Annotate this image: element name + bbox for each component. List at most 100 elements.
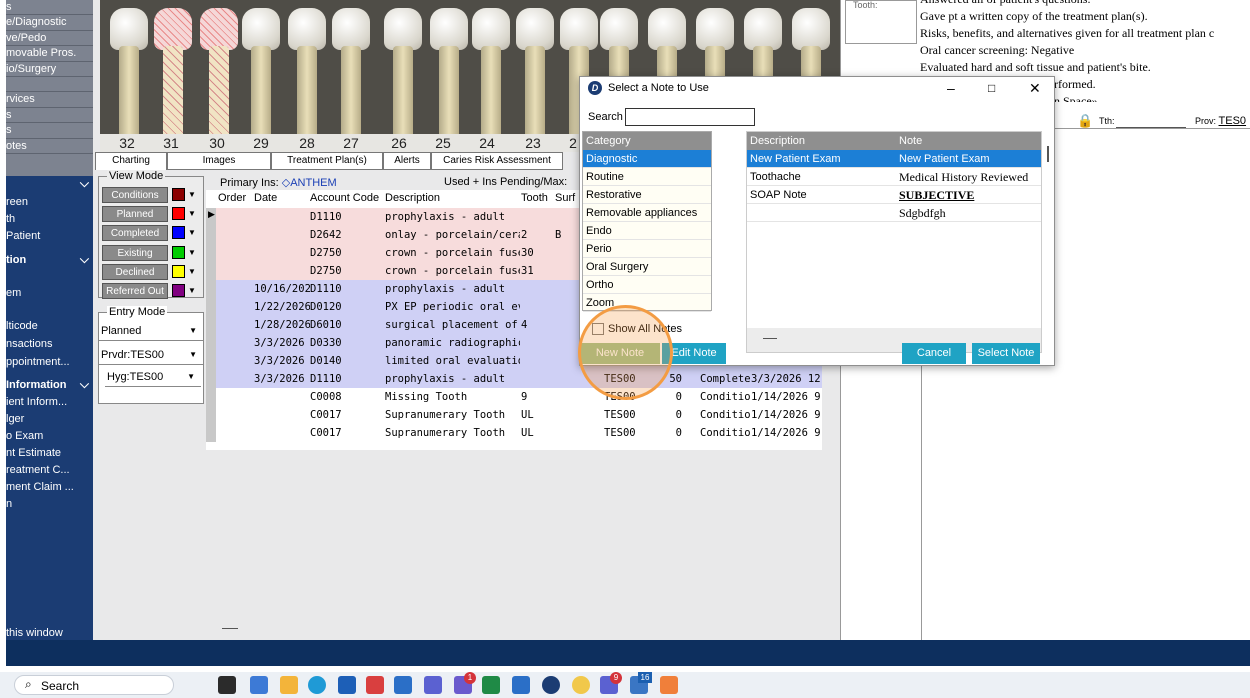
category-item[interactable]: Oral Surgery	[583, 258, 711, 276]
cancel-button[interactable]: Cancel	[902, 343, 966, 364]
tooth-number[interactable]: 30	[202, 135, 232, 151]
tooth-image[interactable]	[200, 8, 238, 148]
maximize-icon[interactable]: □	[988, 77, 995, 99]
category-item[interactable]: Perio	[583, 240, 711, 258]
nav-item[interactable]: lticode	[6, 320, 93, 332]
prov-value[interactable]: TES0	[1219, 115, 1247, 127]
declined-color-swatch[interactable]	[172, 265, 185, 278]
existing-button[interactable]: Existing	[102, 245, 168, 261]
outlook-icon[interactable]	[394, 676, 412, 694]
planned-color-swatch[interactable]	[172, 207, 185, 220]
column-header-description[interactable]: Description	[385, 190, 519, 206]
chevron-down-icon[interactable]: ▼	[188, 190, 196, 199]
dentrix-icon[interactable]	[542, 676, 560, 694]
nav-item[interactable]: io/Surgery	[6, 62, 93, 77]
referred-out-color-swatch[interactable]	[172, 284, 185, 297]
section2-header[interactable]: tion ⌵	[6, 252, 93, 266]
conditions-color-swatch[interactable]	[172, 188, 185, 201]
chevron-down-icon[interactable]: ▼	[188, 248, 196, 257]
avatar-app-icon[interactable]	[572, 676, 590, 694]
chevron-down-icon[interactable]: ▼	[188, 267, 196, 276]
splitter-handle[interactable]	[763, 338, 777, 339]
nav-item[interactable]: s	[6, 108, 93, 124]
file-explorer-icon[interactable]	[280, 676, 298, 694]
nav-item[interactable]: s	[6, 123, 93, 139]
nav-item[interactable]: ve/Pedo	[6, 31, 93, 47]
planned-button[interactable]: Planned	[102, 206, 168, 222]
tooth-image[interactable]	[242, 8, 280, 148]
existing-color-swatch[interactable]	[172, 246, 185, 259]
completed-color-swatch[interactable]	[172, 226, 185, 239]
table-row[interactable]: C0017 Supranumerary Tooth UL TES00 0 Conditio…	[206, 406, 822, 424]
note-row[interactable]: Toothache Medical History Reviewed	[747, 168, 1041, 186]
nav-item[interactable]: ient Inform...	[6, 396, 93, 408]
tooth-image[interactable]	[332, 8, 370, 148]
nav-item[interactable]: rvices	[6, 92, 93, 108]
column-header-tooth[interactable]: Tooth	[521, 190, 555, 206]
search-input[interactable]	[625, 108, 755, 126]
nav-item[interactable]: em	[6, 287, 93, 299]
nav-item[interactable]: th	[6, 213, 93, 225]
category-item[interactable]: Endo	[583, 222, 711, 240]
grid-splitter-handle[interactable]	[222, 628, 238, 629]
tooth-number[interactable]: 31	[156, 135, 186, 151]
completed-button[interactable]: Completed	[102, 225, 168, 241]
tooth-image[interactable]	[384, 8, 422, 148]
category-item[interactable]: Diagnostic	[583, 150, 711, 168]
select-note-button[interactable]: Select Note	[972, 343, 1040, 364]
column-header-order[interactable]: Order	[218, 190, 254, 206]
entry-mode-select[interactable]: Planned ▼	[99, 321, 203, 341]
category-item[interactable]: Removable appliances	[583, 204, 711, 222]
word-icon[interactable]	[512, 676, 530, 694]
nav-item[interactable]: nsactions	[6, 338, 93, 350]
nav-item[interactable]: e/Diagnostic	[6, 15, 93, 31]
nav-item[interactable]: otes	[6, 139, 93, 154]
tooth-number[interactable]: 27	[336, 135, 366, 151]
tooth-image[interactable]	[154, 8, 192, 148]
chevron-down-icon[interactable]: ▼	[188, 286, 196, 295]
minimize-icon[interactable]: –	[947, 77, 955, 99]
tooth-image[interactable]	[516, 8, 554, 148]
table-row[interactable]: C0008Missing Tooth9TES000Condition1/14/2…	[206, 388, 822, 406]
snipping-icon[interactable]	[660, 676, 678, 694]
nav-item[interactable]: reatment C...	[6, 464, 93, 476]
note-row[interactable]: SOAP Note SUBJECTIVE	[747, 186, 1041, 204]
section3-header[interactable]: Information ⌵	[6, 377, 93, 391]
chat-icon[interactable]	[424, 676, 442, 694]
chevron-down-icon[interactable]: ▼	[188, 209, 196, 218]
tab-caries-risk-assessment[interactable]: Caries Risk Assessment	[431, 152, 563, 170]
nav-item[interactable]	[6, 77, 93, 93]
chevron-down-icon[interactable]: ▼	[188, 228, 196, 237]
store-icon[interactable]	[338, 676, 356, 694]
excel-icon[interactable]	[482, 676, 500, 694]
edge-icon[interactable]	[308, 676, 326, 694]
nav-item[interactable]: ment Claim ...	[6, 481, 93, 493]
column-header-account-code[interactable]: Account Code	[310, 190, 384, 206]
nav-item[interactable]: reen	[6, 196, 93, 208]
tab-alerts[interactable]: Alerts	[383, 152, 431, 170]
table-row[interactable]: C0017 Supranumerary Tooth UL TES00 0 Conditio…	[206, 424, 822, 442]
description-column-header[interactable]: Description	[750, 132, 805, 150]
referred-out-button[interactable]: Referred Out	[102, 283, 168, 299]
nav-item[interactable]: Patient	[6, 230, 93, 242]
tooth-image[interactable]	[288, 8, 326, 148]
close-window-link[interactable]: this window	[6, 627, 93, 639]
tooth-image[interactable]	[472, 8, 510, 148]
app-l-icon[interactable]	[366, 676, 384, 694]
nav-item[interactable]: o Exam	[6, 430, 93, 442]
tab-images[interactable]: Images	[167, 152, 271, 170]
tooth-number[interactable]: 29	[246, 135, 276, 151]
category-item[interactable]: Routine	[583, 168, 711, 186]
nav-item[interactable]: lger	[6, 413, 93, 425]
calendar-app-icon[interactable]: 16	[630, 672, 652, 694]
note-column-header[interactable]: Note	[899, 132, 922, 150]
tooth-number[interactable]: 24	[472, 135, 502, 151]
category-item[interactable]: Ortho	[583, 276, 711, 294]
tooth-image[interactable]	[110, 8, 148, 148]
category-item[interactable]: Restorative	[583, 186, 711, 204]
tab-charting[interactable]: Charting	[95, 152, 167, 170]
tth-field[interactable]	[1116, 127, 1186, 128]
category-header[interactable]: Category	[583, 132, 711, 150]
tooth-number[interactable]: 28	[292, 135, 322, 151]
nav-item[interactable]: s	[6, 0, 93, 16]
